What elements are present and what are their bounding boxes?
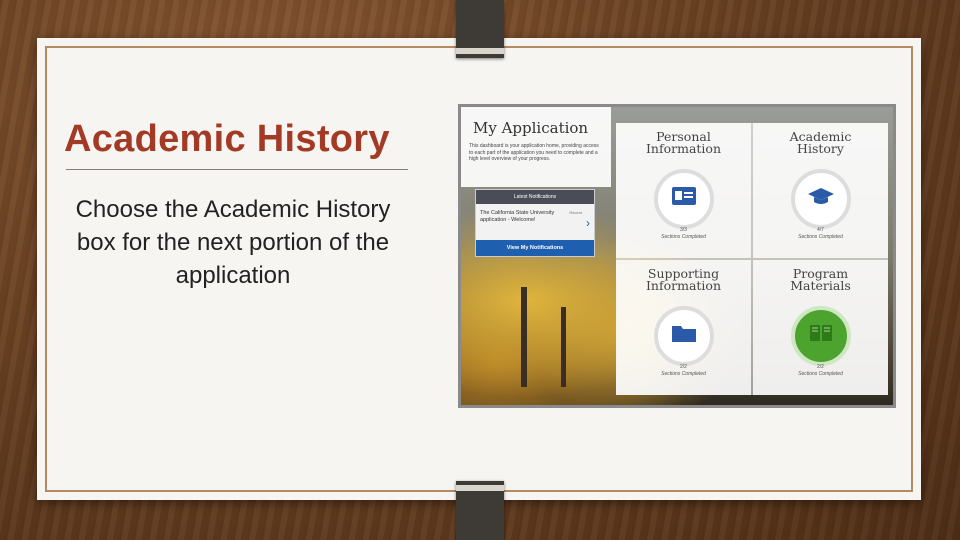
tile-count: 3/3 [680, 227, 687, 233]
tile-status: Sections Completed [661, 371, 706, 377]
binder-clip-bottom [456, 481, 504, 540]
chevron-right-icon[interactable]: › [586, 216, 590, 230]
notifications-header: Latest Notifications [476, 190, 594, 204]
dashboard-intro-panel: My Application This dashboard is your ap… [461, 107, 611, 187]
graduation-cap-icon [807, 186, 835, 212]
tile-title-line: History [797, 141, 844, 156]
tile-title-line: Information [645, 141, 722, 156]
tile-status: Sections Completed [661, 234, 706, 240]
binder-clip-top [456, 0, 504, 58]
tile-title-line: Information [645, 278, 722, 293]
tile-count: 2/2 [817, 364, 824, 370]
id-card-icon [671, 186, 697, 212]
book-icon [808, 323, 834, 349]
tile-count: 2/2 [680, 364, 687, 370]
progress-circle-completed [790, 306, 851, 366]
dashboard-heading: My Application [473, 119, 589, 137]
dashboard-description: This dashboard is your application home,… [469, 143, 599, 162]
application-sections-grid: Personal Information 3/3 Sections Comple… [616, 123, 888, 395]
tile-status: Sections Completed [798, 234, 843, 240]
notifications-box: Latest Notifications The California Stat… [475, 189, 595, 257]
notification-message[interactable]: The California State University applicat… [480, 210, 568, 224]
application-screenshot: My Application This dashboard is your ap… [458, 104, 896, 408]
view-notifications-button[interactable]: View My Notifications [476, 240, 594, 256]
tile-academic-history[interactable]: Academic History 4/7 Sections Completed [753, 123, 888, 258]
notification-tag: Recent [569, 210, 582, 215]
tile-supporting-information[interactable]: Supporting Information 2/2 Sections Comp… [616, 260, 751, 395]
folder-icon [671, 323, 697, 349]
slide-body: Choose the Academic History box for the … [75, 196, 391, 289]
progress-circle [653, 169, 714, 229]
progress-circle [653, 306, 714, 366]
tree-trunk [561, 307, 566, 387]
tile-status: Sections Completed [798, 371, 843, 377]
tree-trunk [521, 287, 527, 387]
slide-title: Academic History [64, 118, 390, 160]
tile-count: 4/7 [817, 227, 824, 233]
tile-program-materials[interactable]: Program Materials 2/2 Sections Completed [753, 260, 888, 395]
title-divider [66, 169, 408, 170]
progress-circle [790, 169, 851, 229]
tile-title-line: Materials [790, 278, 851, 293]
tile-personal-information[interactable]: Personal Information 3/3 Sections Comple… [616, 123, 751, 258]
